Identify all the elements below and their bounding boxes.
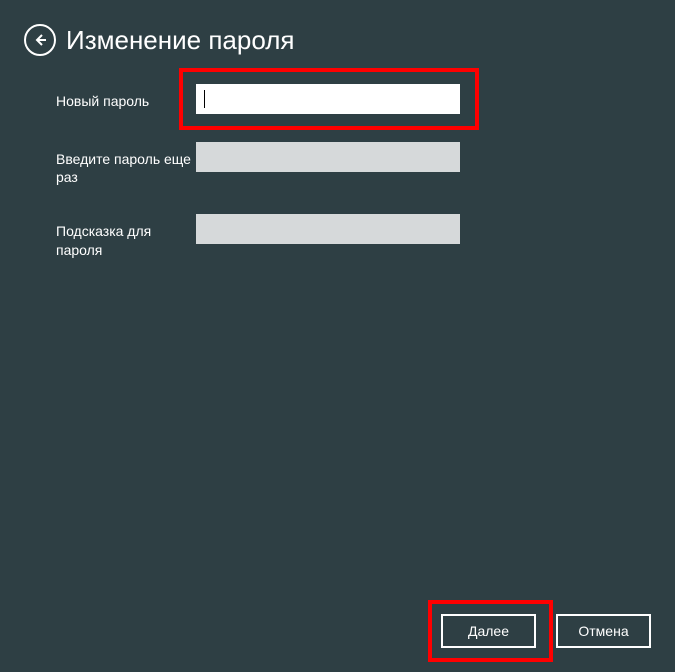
arrow-left-icon xyxy=(32,32,48,48)
new-password-label: Новый пароль xyxy=(56,84,196,110)
confirm-password-input[interactable] xyxy=(196,142,460,172)
confirm-password-input-wrapper xyxy=(196,142,460,172)
form-row-new-password: Новый пароль xyxy=(56,84,675,114)
header: Изменение пароля xyxy=(0,0,675,56)
cancel-button[interactable]: Отмена xyxy=(556,614,651,648)
back-button[interactable] xyxy=(24,24,56,56)
hint-input[interactable] xyxy=(196,214,460,244)
text-cursor xyxy=(204,90,205,108)
hint-input-wrapper xyxy=(196,214,460,244)
hint-label: Подсказка для пароля xyxy=(56,214,196,258)
next-button-wrapper: Далее xyxy=(441,614,536,648)
form-row-hint: Подсказка для пароля xyxy=(56,214,675,258)
new-password-input[interactable] xyxy=(196,84,460,114)
form-area: Новый пароль Введите пароль еще раз Подс… xyxy=(0,56,675,259)
form-row-confirm-password: Введите пароль еще раз xyxy=(56,142,675,186)
confirm-password-label: Введите пароль еще раз xyxy=(56,142,196,186)
new-password-input-wrapper xyxy=(196,84,460,114)
next-button[interactable]: Далее xyxy=(441,614,536,648)
button-bar: Далее Отмена xyxy=(441,614,651,648)
page-title: Изменение пароля xyxy=(66,25,294,56)
cancel-button-wrapper: Отмена xyxy=(556,614,651,648)
